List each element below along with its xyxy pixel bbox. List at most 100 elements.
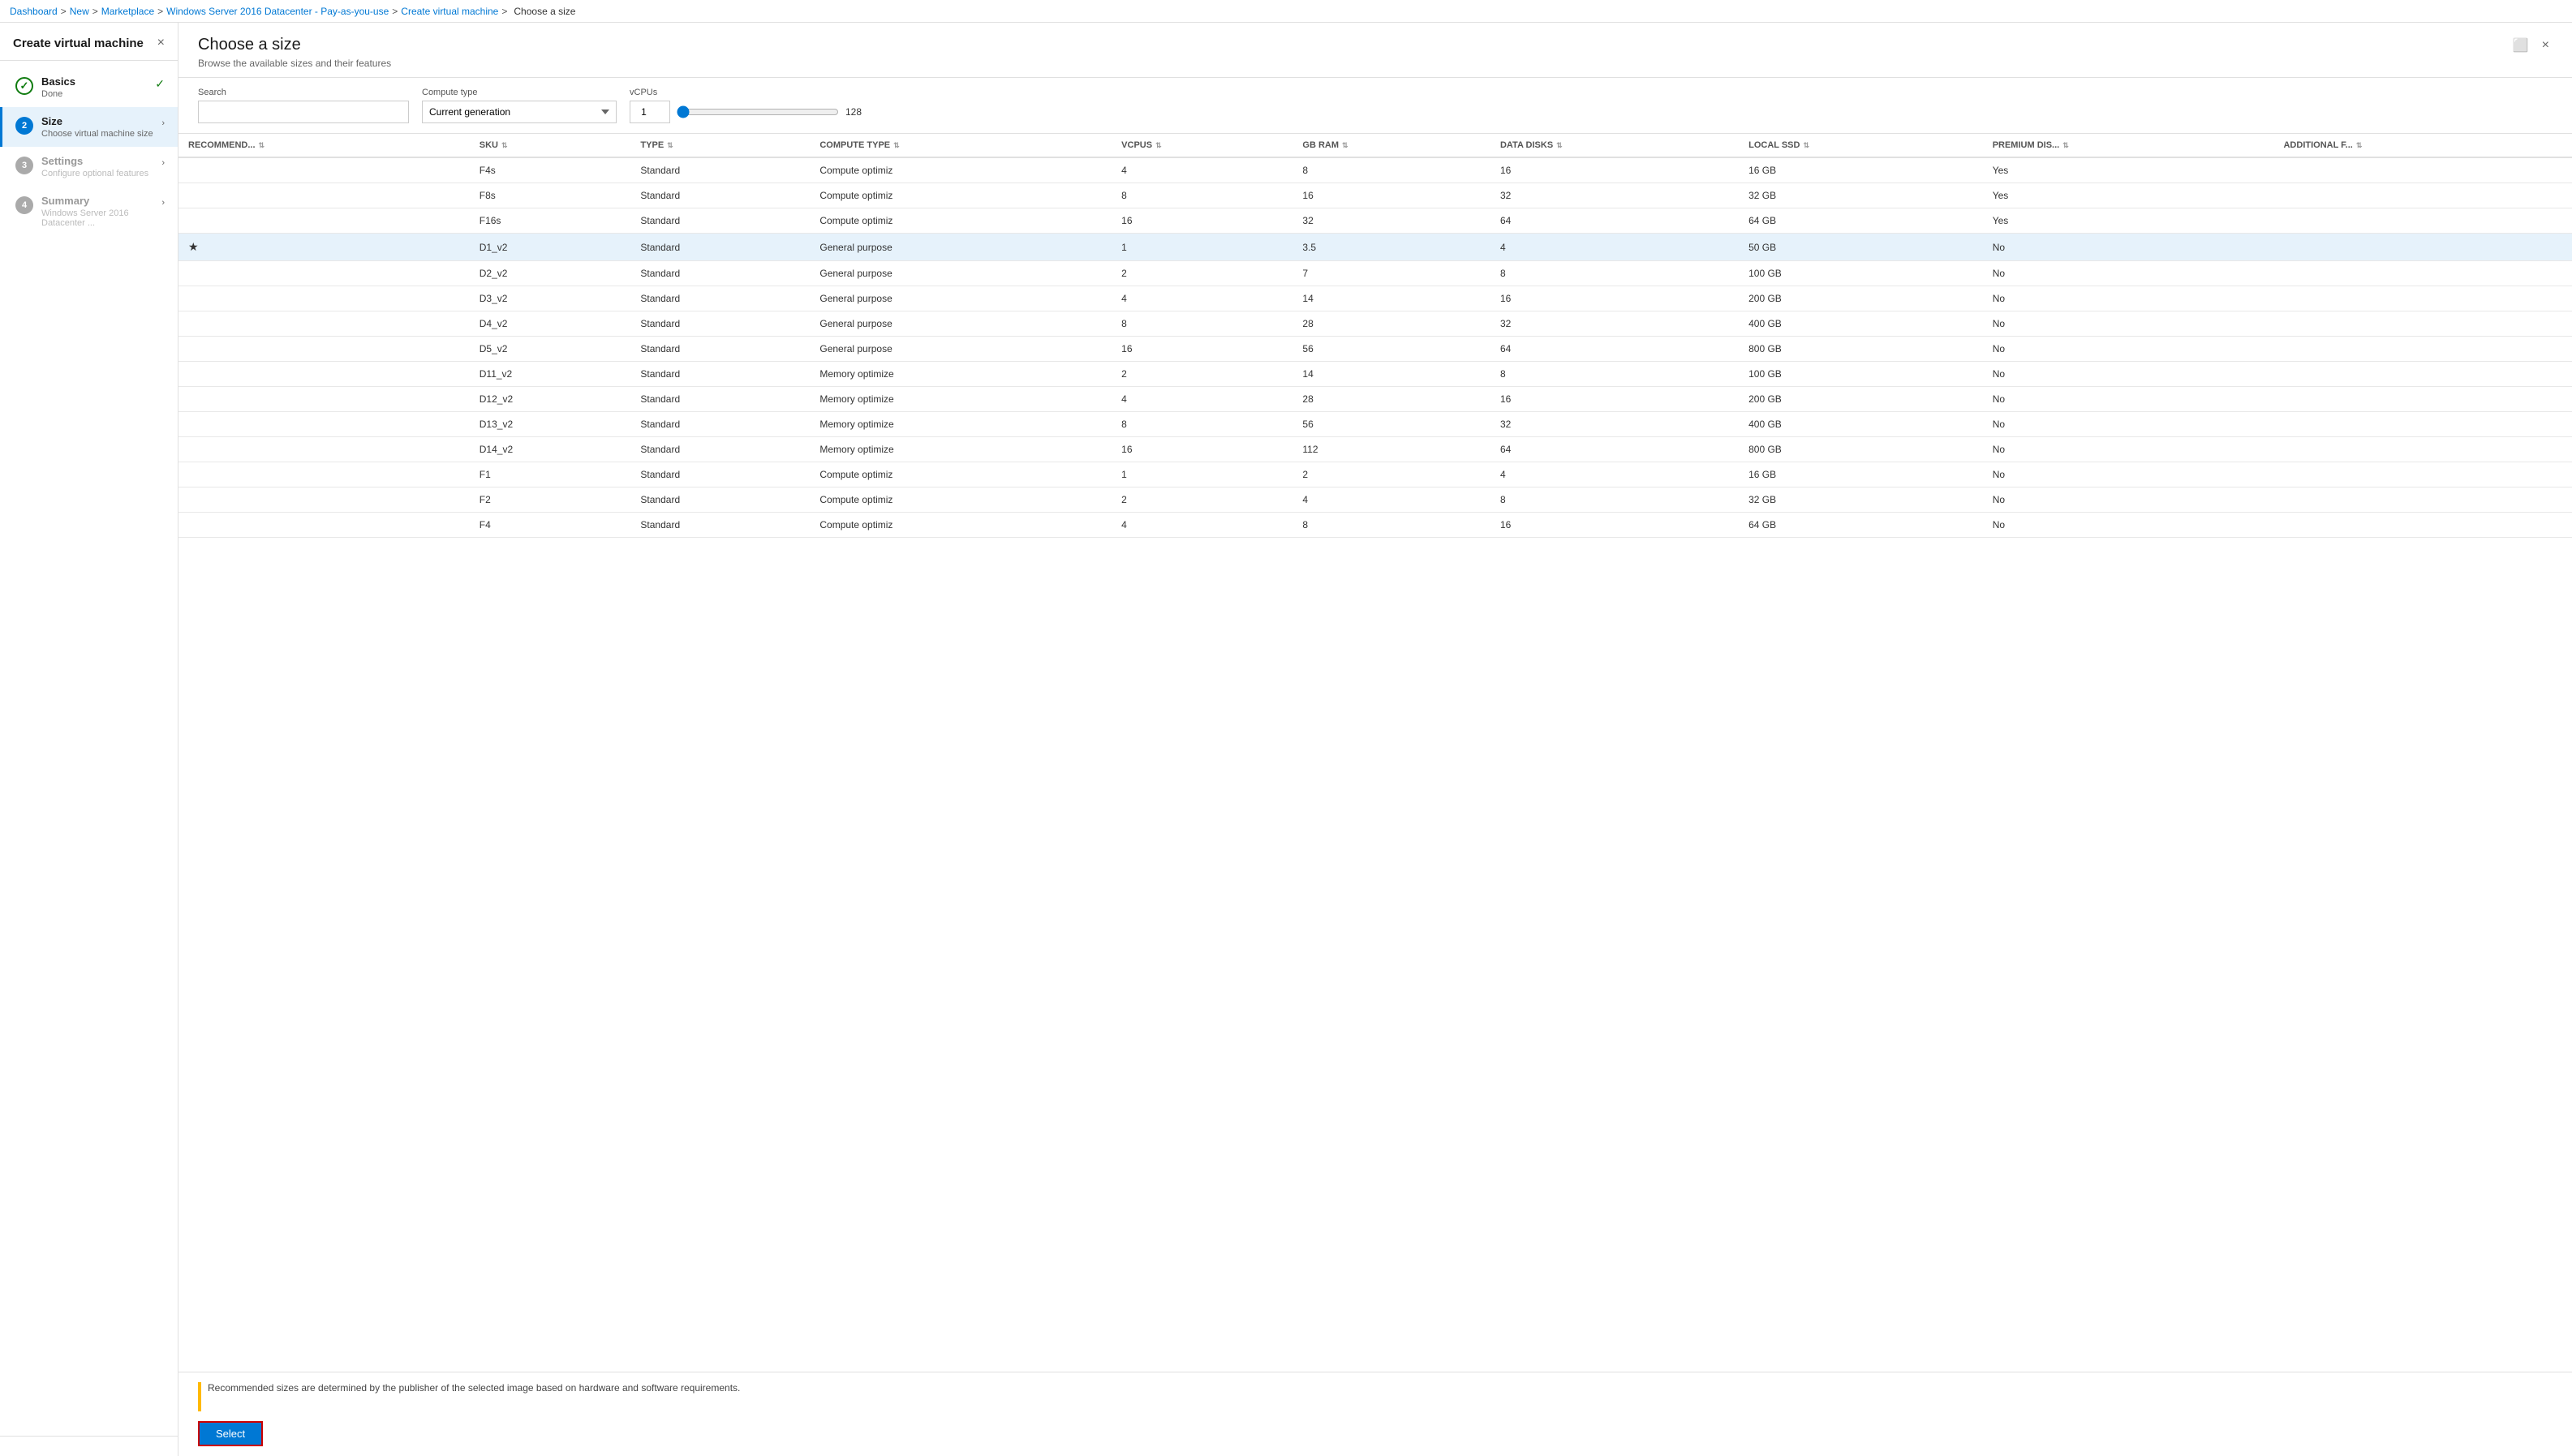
cell-premium_dis: No bbox=[1983, 234, 2274, 261]
col-vcpus[interactable]: VCPUS ⇅ bbox=[1112, 134, 1292, 157]
col-premium-dis[interactable]: PREMIUM DIS... ⇅ bbox=[1983, 134, 2274, 157]
cell-type: Standard bbox=[630, 286, 810, 311]
cell-sku: D13_v2 bbox=[470, 412, 631, 437]
cell-compute_type: General purpose bbox=[810, 337, 1112, 362]
cell-type: Standard bbox=[630, 157, 810, 183]
cell-sku: D14_v2 bbox=[470, 437, 631, 462]
step-title-size: Size bbox=[41, 115, 161, 127]
sidebar-item-summary[interactable]: 4 Summary Windows Server 2016 Datacenter… bbox=[0, 187, 178, 236]
breadcrumb-create-vm[interactable]: Create virtual machine bbox=[401, 6, 498, 17]
cell-premium_dis: No bbox=[1983, 286, 2274, 311]
cell-gb_ram: 28 bbox=[1292, 311, 1490, 337]
cell-sku: D12_v2 bbox=[470, 387, 631, 412]
cell-vcpus: 1 bbox=[1112, 234, 1292, 261]
cell-sku: F2 bbox=[470, 487, 631, 513]
cell-local_ssd: 16 GB bbox=[1739, 462, 1983, 487]
table-row[interactable]: D13_v2StandardMemory optimize85632400 GB… bbox=[178, 412, 2572, 437]
sort-icon-compute: ⇅ bbox=[893, 141, 900, 150]
breadcrumb-marketplace[interactable]: Marketplace bbox=[101, 6, 154, 17]
cell-vcpus: 8 bbox=[1112, 412, 1292, 437]
table-row[interactable]: F8sStandardCompute optimiz8163232 GBYes bbox=[178, 183, 2572, 208]
close-button[interactable]: × bbox=[2539, 36, 2553, 55]
sidebar-item-basics[interactable]: ✓ Basics Done ✓ bbox=[0, 67, 178, 107]
cell-data_disks: 16 bbox=[1490, 286, 1739, 311]
table-row[interactable]: D14_v2StandardMemory optimize1611264800 … bbox=[178, 437, 2572, 462]
sidebar-item-size[interactable]: 2 Size Choose virtual machine size › bbox=[0, 107, 178, 147]
chevron-right-icon-3: › bbox=[161, 158, 165, 168]
sidebar-footer bbox=[0, 1436, 178, 1456]
cell-data_disks: 16 bbox=[1490, 157, 1739, 183]
panel-header: Choose a size Browse the available sizes… bbox=[178, 23, 2572, 78]
sort-icon-recommended: ⇅ bbox=[259, 141, 265, 150]
sort-icon-sku: ⇅ bbox=[501, 141, 508, 150]
breadcrumb: Dashboard > New > Marketplace > Windows … bbox=[0, 0, 2572, 23]
footer-note-bar bbox=[198, 1382, 201, 1411]
vcpu-input[interactable] bbox=[630, 101, 670, 123]
col-local-ssd[interactable]: LOCAL SSD ⇅ bbox=[1739, 134, 1983, 157]
table-row[interactable]: D4_v2StandardGeneral purpose82832400 GBN… bbox=[178, 311, 2572, 337]
chevron-right-icon-4: › bbox=[161, 198, 165, 208]
restore-button[interactable]: ⬜ bbox=[2510, 36, 2532, 55]
col-gb-ram[interactable]: GB RAM ⇅ bbox=[1292, 134, 1490, 157]
cell-gb_ram: 8 bbox=[1292, 157, 1490, 183]
cell-recommended bbox=[178, 513, 470, 538]
cell-local_ssd: 200 GB bbox=[1739, 286, 1983, 311]
cell-vcpus: 16 bbox=[1112, 437, 1292, 462]
cell-compute_type: Memory optimize bbox=[810, 412, 1112, 437]
cell-premium_dis: No bbox=[1983, 387, 2274, 412]
table-row[interactable]: F2StandardCompute optimiz24832 GBNo bbox=[178, 487, 2572, 513]
step-title-basics: Basics bbox=[41, 75, 155, 88]
cell-local_ssd: 400 GB bbox=[1739, 412, 1983, 437]
table-row[interactable]: D12_v2StandardMemory optimize42816200 GB… bbox=[178, 387, 2572, 412]
cell-recommended bbox=[178, 183, 470, 208]
cell-sku: D2_v2 bbox=[470, 261, 631, 286]
sidebar-item-settings[interactable]: 3 Settings Configure optional features › bbox=[0, 147, 178, 187]
col-type[interactable]: TYPE ⇅ bbox=[630, 134, 810, 157]
cell-sku: D4_v2 bbox=[470, 311, 631, 337]
table-row[interactable]: D11_v2StandardMemory optimize2148100 GBN… bbox=[178, 362, 2572, 387]
compute-type-select[interactable]: Current generation All generations Previ… bbox=[422, 101, 617, 123]
table-row[interactable]: D2_v2StandardGeneral purpose278100 GBNo bbox=[178, 261, 2572, 286]
col-recommended[interactable]: RECOMMEND... ⇅ bbox=[178, 134, 470, 157]
cell-additional_f bbox=[2273, 261, 2572, 286]
select-button[interactable]: Select bbox=[198, 1421, 263, 1446]
table-row[interactable]: D3_v2StandardGeneral purpose41416200 GBN… bbox=[178, 286, 2572, 311]
sidebar-close-button[interactable]: × bbox=[157, 36, 165, 50]
col-compute-type[interactable]: COMPUTE TYPE ⇅ bbox=[810, 134, 1112, 157]
col-additional-f[interactable]: ADDITIONAL F... ⇅ bbox=[2273, 134, 2572, 157]
col-sku[interactable]: SKU ⇅ bbox=[470, 134, 631, 157]
search-input[interactable] bbox=[198, 101, 409, 123]
cell-type: Standard bbox=[630, 183, 810, 208]
table-row[interactable]: F4sStandardCompute optimiz481616 GBYes bbox=[178, 157, 2572, 183]
cell-gb_ram: 8 bbox=[1292, 513, 1490, 538]
vcpu-max-value: 128 bbox=[845, 106, 862, 118]
vcpu-slider[interactable] bbox=[677, 105, 839, 118]
step-number-4: 4 bbox=[15, 196, 33, 214]
table-row[interactable]: F1StandardCompute optimiz12416 GBNo bbox=[178, 462, 2572, 487]
cell-type: Standard bbox=[630, 337, 810, 362]
cell-premium_dis: No bbox=[1983, 412, 2274, 437]
cell-recommended bbox=[178, 437, 470, 462]
panel-subtitle: Browse the available sizes and their fea… bbox=[198, 58, 391, 69]
chevron-right-icon: › bbox=[161, 118, 165, 128]
cell-type: Standard bbox=[630, 362, 810, 387]
cell-compute_type: Memory optimize bbox=[810, 387, 1112, 412]
col-data-disks[interactable]: DATA DISKS ⇅ bbox=[1490, 134, 1739, 157]
breadcrumb-new[interactable]: New bbox=[70, 6, 89, 17]
cell-data_disks: 4 bbox=[1490, 462, 1739, 487]
cell-gb_ram: 112 bbox=[1292, 437, 1490, 462]
table-row[interactable]: ★D1_v2StandardGeneral purpose13.5450 GBN… bbox=[178, 234, 2572, 261]
cell-compute_type: General purpose bbox=[810, 234, 1112, 261]
cell-data_disks: 32 bbox=[1490, 183, 1739, 208]
size-table: RECOMMEND... ⇅ SKU ⇅ TYP bbox=[178, 134, 2572, 538]
breadcrumb-vm-image[interactable]: Windows Server 2016 Datacenter - Pay-as-… bbox=[166, 6, 389, 17]
cell-type: Standard bbox=[630, 412, 810, 437]
table-row[interactable]: F16sStandardCompute optimiz16326464 GBYe… bbox=[178, 208, 2572, 234]
table-row[interactable]: D5_v2StandardGeneral purpose165664800 GB… bbox=[178, 337, 2572, 362]
panel-header-icons: ⬜ × bbox=[2510, 36, 2553, 55]
sort-icon-type: ⇅ bbox=[667, 141, 673, 150]
cell-additional_f bbox=[2273, 234, 2572, 261]
table-row[interactable]: F4StandardCompute optimiz481664 GBNo bbox=[178, 513, 2572, 538]
sidebar-header: Create virtual machine × bbox=[0, 23, 178, 61]
breadcrumb-dashboard[interactable]: Dashboard bbox=[10, 6, 58, 17]
